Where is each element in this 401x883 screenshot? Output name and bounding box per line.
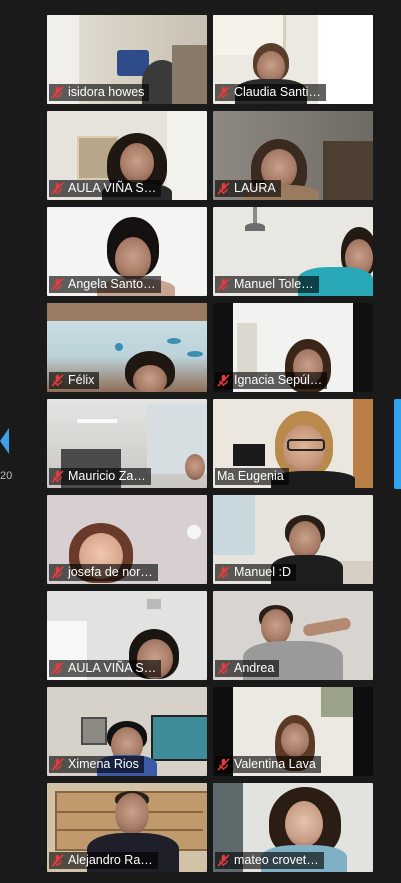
- microphone-muted-icon: [51, 566, 64, 579]
- participant-name-label: Alejandro Ra…: [49, 852, 158, 869]
- participant-name-label: josefa de nor…: [49, 564, 158, 581]
- page-count-fragment: 20: [0, 470, 13, 482]
- participant-name: AULA VIÑA S…: [68, 181, 157, 195]
- participant-name-label: AULA VIÑA S…: [49, 180, 162, 197]
- video-tile[interactable]: LAURA: [213, 111, 373, 200]
- microphone-muted-icon: [51, 182, 64, 195]
- participant-name: Angela Santo…: [68, 277, 156, 291]
- video-tile[interactable]: Manuel :D: [213, 495, 373, 584]
- participant-name-label: Andrea: [215, 660, 280, 677]
- microphone-muted-icon: [51, 662, 64, 675]
- participant-name-label: Claudia Santi…: [215, 84, 326, 101]
- microphone-muted-icon: [51, 374, 64, 387]
- participant-name: mateo crovet…: [234, 853, 319, 867]
- video-tile[interactable]: Valentina Lava: [213, 687, 373, 776]
- participant-name-label: Ignacia Sepúl…: [215, 372, 328, 389]
- participant-name-label: Manuel :D: [215, 564, 296, 581]
- participant-name-label: Valentina Lava: [215, 756, 321, 773]
- participant-name: Valentina Lava: [234, 757, 316, 771]
- microphone-muted-icon: [217, 854, 230, 867]
- participant-name: Claudia Santi…: [234, 85, 321, 99]
- microphone-muted-icon: [217, 86, 230, 99]
- participant-name: LAURA: [234, 181, 276, 195]
- participant-name: Félix: [68, 373, 95, 387]
- microphone-muted-icon: [217, 182, 230, 195]
- participant-name-label: isidora howes: [49, 84, 150, 101]
- previous-page-arrow-icon[interactable]: [0, 428, 9, 454]
- next-page-handle[interactable]: [394, 399, 401, 489]
- video-tile[interactable]: Félix: [47, 303, 207, 392]
- participant-name-label: Félix: [49, 372, 100, 389]
- video-tile[interactable]: Ximena Rios: [47, 687, 207, 776]
- participant-name: Ma Eugenia: [217, 469, 284, 483]
- microphone-muted-icon: [51, 854, 64, 867]
- participant-name: josefa de nor…: [68, 565, 153, 579]
- participant-name: Mauricio Za…: [68, 469, 146, 483]
- video-tile[interactable]: Mauricio Za…: [47, 399, 207, 488]
- microphone-muted-icon: [217, 758, 230, 771]
- video-tile[interactable]: josefa de nor…: [47, 495, 207, 584]
- participant-name: Ximena Rios: [68, 757, 139, 771]
- video-tile[interactable]: Ma Eugenia: [213, 399, 373, 488]
- participant-name: Alejandro Ra…: [68, 853, 153, 867]
- microphone-muted-icon: [217, 278, 230, 291]
- video-tile[interactable]: Manuel Tole…: [213, 207, 373, 296]
- participant-name: AULA VIÑA S…: [68, 661, 157, 675]
- microphone-muted-icon: [217, 374, 230, 387]
- video-tile[interactable]: AULA VIÑA S…: [47, 111, 207, 200]
- microphone-muted-icon: [51, 758, 64, 771]
- participant-name-label: LAURA: [215, 180, 281, 197]
- video-grid: isidora howes Claudia Santi… AULA VIÑA S…: [0, 0, 401, 883]
- participant-name-label: mateo crovet…: [215, 852, 324, 869]
- participant-name: isidora howes: [68, 85, 145, 99]
- participant-name-label: AULA VIÑA S…: [49, 660, 162, 677]
- video-tile[interactable]: AULA VIÑA S…: [47, 591, 207, 680]
- video-tile[interactable]: Angela Santo…: [47, 207, 207, 296]
- participant-name-label: Manuel Tole…: [215, 276, 319, 293]
- video-tile[interactable]: isidora howes: [47, 15, 207, 104]
- participant-name: Andrea: [234, 661, 275, 675]
- video-tile[interactable]: mateo crovet…: [213, 783, 373, 872]
- microphone-muted-icon: [217, 566, 230, 579]
- participant-name: Ignacia Sepúl…: [234, 373, 323, 387]
- microphone-muted-icon: [51, 86, 64, 99]
- participant-name-label: Ma Eugenia: [215, 468, 289, 485]
- video-tile[interactable]: Andrea: [213, 591, 373, 680]
- video-tile[interactable]: Ignacia Sepúl…: [213, 303, 373, 392]
- participant-name: Manuel Tole…: [234, 277, 314, 291]
- participant-name: Manuel :D: [234, 565, 291, 579]
- participant-name-label: Mauricio Za…: [49, 468, 151, 485]
- microphone-muted-icon: [51, 278, 64, 291]
- video-tile[interactable]: Claudia Santi…: [213, 15, 373, 104]
- participant-name-label: Ximena Rios: [49, 756, 144, 773]
- participant-name-label: Angela Santo…: [49, 276, 161, 293]
- microphone-muted-icon: [51, 470, 64, 483]
- video-tile[interactable]: Alejandro Ra…: [47, 783, 207, 872]
- microphone-muted-icon: [217, 662, 230, 675]
